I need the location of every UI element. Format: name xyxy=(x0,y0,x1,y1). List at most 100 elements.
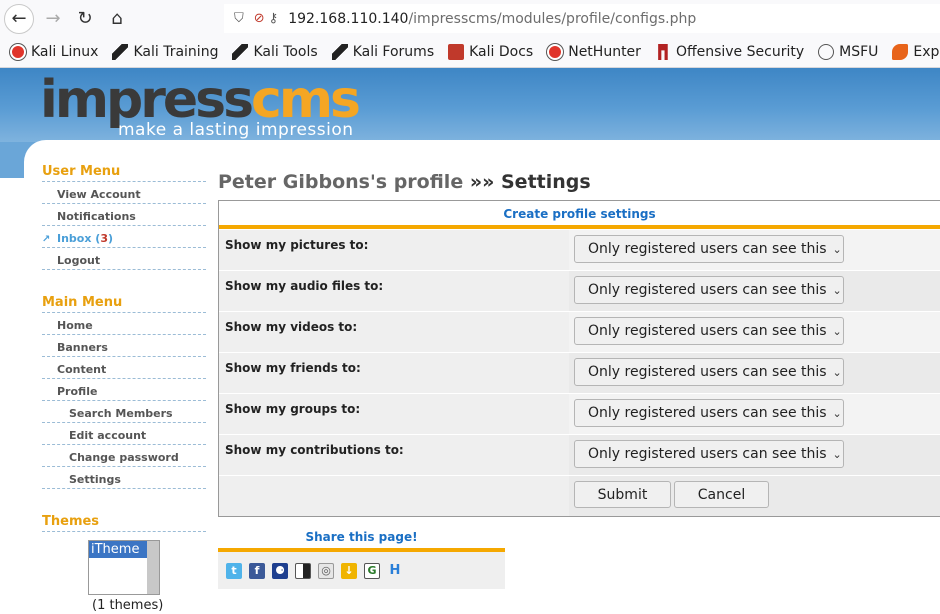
row-label: Show my audio files to: xyxy=(219,271,569,311)
theme-scrollbar[interactable] xyxy=(147,541,159,594)
insecure-lock-icon: ⊘ xyxy=(253,11,265,26)
sidebar: User Menu View Account Notifications ↗ In… xyxy=(42,164,206,613)
back-button[interactable]: ← xyxy=(4,3,34,34)
settings-row: Show my groups to: Only registered users… xyxy=(219,393,940,434)
settings-form: Create profile settings Show my pictures… xyxy=(218,200,940,517)
digg-icon[interactable]: ◎ xyxy=(318,562,334,579)
reload-button[interactable]: ↻ xyxy=(70,4,100,34)
kali-dragon-icon xyxy=(331,44,348,60)
menu-banners[interactable]: Banners xyxy=(42,335,206,357)
download-icon[interactable]: ↓ xyxy=(341,562,357,579)
bookmarks-bar: Kali Linux Kali Training Kali Tools Kali… xyxy=(0,37,940,68)
delicious-icon[interactable] xyxy=(295,562,311,579)
bookmark-label: NetHunter xyxy=(568,44,641,60)
google-icon[interactable]: G xyxy=(364,562,380,579)
forward-button[interactable]: → xyxy=(38,4,68,34)
inbox-arrow-icon: ↗ xyxy=(42,234,51,245)
back-arrow-icon: ← xyxy=(11,8,27,29)
row-label: Show my contributions to: xyxy=(219,435,569,475)
share-title: Share this page! xyxy=(305,530,418,544)
profile-owner: Peter Gibbons's profile xyxy=(218,171,464,193)
exploitdb-icon xyxy=(892,44,909,60)
forward-arrow-icon: → xyxy=(45,8,61,29)
theme-option-selected[interactable]: iTheme xyxy=(89,541,147,558)
browser-toolbar: ← → ↻ ⌂ ⛉ ⊘ ⚷ 192.168.110.140/impresscms… xyxy=(0,0,940,37)
chevron-down-icon: ⌄ xyxy=(832,242,842,256)
key-icon: ⚷ xyxy=(268,11,279,26)
chevron-down-icon: ⌄ xyxy=(832,447,842,461)
table-header: Create profile settings xyxy=(219,201,940,229)
cancel-button[interactable]: Cancel xyxy=(674,481,769,508)
themes-count: (1 themes) xyxy=(92,598,164,613)
main-menu-title: Main Menu xyxy=(42,295,206,313)
bookmark-label: Exploit-DB xyxy=(913,44,940,60)
visibility-select-groups[interactable]: Only registered users can see this ⌄ xyxy=(574,399,844,427)
visibility-select-contributions[interactable]: Only registered users can see this ⌄ xyxy=(574,440,844,468)
bookmark-kali-training[interactable]: Kali Training xyxy=(112,44,218,60)
title-page: Settings xyxy=(501,171,591,193)
bookmark-nethunter[interactable]: NetHunter xyxy=(547,44,641,60)
themes-title: Themes xyxy=(42,514,206,532)
menu-edit-account[interactable]: Edit account xyxy=(42,423,206,445)
bookmark-kali-linux[interactable]: Kali Linux xyxy=(10,44,98,60)
kali-dragon-icon xyxy=(232,44,249,60)
chevron-down-icon: ⌄ xyxy=(832,283,842,297)
bookmark-kali-forums[interactable]: Kali Forums xyxy=(331,44,434,60)
globe-icon xyxy=(818,44,835,60)
visibility-select-videos[interactable]: Only registered users can see this ⌄ xyxy=(574,317,844,345)
menu-inbox[interactable]: ↗ Inbox (3) xyxy=(42,226,206,248)
row-label-empty xyxy=(219,476,569,516)
bookmark-kali-tools[interactable]: Kali Tools xyxy=(232,44,318,60)
bookmark-offensive-security[interactable]: Offensive Security xyxy=(655,44,804,60)
submit-button[interactable]: Submit xyxy=(574,481,671,508)
menu-change-password[interactable]: Change password xyxy=(42,445,206,467)
bookmark-label: Kali Linux xyxy=(31,44,99,60)
reload-icon: ↻ xyxy=(77,8,93,29)
bookmark-label: Kali Docs xyxy=(469,44,534,60)
home-button[interactable]: ⌂ xyxy=(102,4,132,34)
bookmark-msfu[interactable]: MSFU xyxy=(818,44,878,60)
site-header: impresscms make a lasting impression xyxy=(0,68,940,142)
menu-home[interactable]: Home xyxy=(42,313,206,335)
visibility-select-pictures[interactable]: Only registered users can see this ⌄ xyxy=(574,235,844,263)
logo-tagline: make a lasting impression xyxy=(118,120,354,140)
chevron-down-icon: ⌄ xyxy=(832,406,842,420)
url-host: 192.168.110.140 xyxy=(288,10,409,27)
settings-actions-row: Submit Cancel xyxy=(219,475,940,516)
row-label: Show my groups to: xyxy=(219,394,569,434)
bookmark-label: Kali Training xyxy=(133,44,219,60)
menu-notifications[interactable]: Notifications xyxy=(42,204,206,226)
bookmark-kali-docs[interactable]: Kali Docs xyxy=(448,44,533,60)
menu-profile[interactable]: Profile xyxy=(42,379,206,401)
menu-search-members[interactable]: Search Members xyxy=(42,401,206,423)
user-menu-title: User Menu xyxy=(42,164,206,182)
visibility-select-audio[interactable]: Only registered users can see this ⌄ xyxy=(574,276,844,304)
theme-select[interactable]: iTheme xyxy=(88,540,160,595)
row-label: Show my pictures to: xyxy=(219,230,569,270)
bookmark-label: Kali Tools xyxy=(253,44,318,60)
row-label: Show my videos to: xyxy=(219,312,569,352)
url-bar[interactable]: ⛉ ⊘ ⚷ 192.168.110.140/impresscms/modules… xyxy=(224,4,940,33)
facebook-icon[interactable]: f xyxy=(249,562,265,579)
menu-settings[interactable]: Settings xyxy=(42,467,206,489)
settings-row: Show my pictures to: Only registered use… xyxy=(219,229,940,270)
shield-icon: ⛉ xyxy=(234,11,244,26)
hi5-icon[interactable]: H xyxy=(387,563,403,579)
menu-logout[interactable]: Logout xyxy=(42,248,206,270)
visibility-select-friends[interactable]: Only registered users can see this ⌄ xyxy=(574,358,844,386)
settings-row: Show my videos to: Only registered users… xyxy=(219,311,940,352)
twitter-icon[interactable]: t xyxy=(226,562,242,579)
settings-row: Show my friends to: Only registered user… xyxy=(219,352,940,393)
impresscms-logo[interactable]: impresscms make a lasting impression xyxy=(40,70,370,142)
myspace-icon[interactable]: ⚈ xyxy=(272,562,288,579)
offsec-icon xyxy=(658,44,668,60)
inbox-label: Inbox xyxy=(57,232,92,245)
kali-icon xyxy=(547,44,564,60)
bookmark-exploit-db[interactable]: Exploit-DB xyxy=(892,44,940,60)
chevron-down-icon: ⌄ xyxy=(832,365,842,379)
menu-view-account[interactable]: View Account xyxy=(42,182,206,204)
row-label: Show my friends to: xyxy=(219,353,569,393)
share-bar: t f ⚈ ◎ ↓ G H xyxy=(218,548,505,589)
bookmark-label: Offensive Security xyxy=(675,44,805,60)
menu-content[interactable]: Content xyxy=(42,357,206,379)
